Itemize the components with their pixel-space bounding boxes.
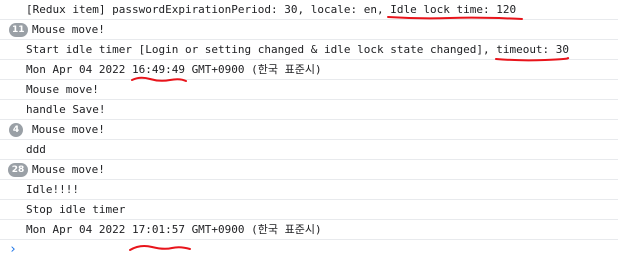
console-message[interactable]: Idle!!!!	[0, 180, 618, 200]
message-text: Mouse move!	[26, 83, 99, 96]
console-message[interactable]: Mon Apr 04 2022 17:01:57 GMT+0900 (한국 표준…	[0, 220, 618, 240]
console-message[interactable]: Start idle timer [Login or setting chang…	[0, 40, 618, 60]
message-text: ddd	[26, 143, 46, 156]
repeat-count-badge: 4	[9, 123, 23, 137]
console-message[interactable]: ddd	[0, 140, 618, 160]
message-text: Mouse move!	[32, 123, 105, 136]
console-prompt[interactable]: ›	[0, 240, 618, 260]
message-text: Mouse move!	[32, 23, 105, 36]
console-message[interactable]: 11 Mouse move!	[0, 20, 618, 40]
repeat-count-badge: 28	[8, 163, 28, 177]
message-text: handle Save!	[26, 103, 106, 116]
chevron-right-icon: ›	[9, 242, 17, 257]
message-text: Mouse move!	[32, 163, 105, 176]
console-panel: [Redux item] passwordExpirationPeriod: 3…	[0, 0, 618, 261]
message-text: Mon Apr 04 2022 16:49:49 GMT+0900 (한국 표준…	[26, 63, 322, 76]
console-message[interactable]: Mouse move!	[0, 80, 618, 100]
message-text: [Redux item] passwordExpirationPeriod: 3…	[26, 3, 517, 16]
message-text: Start idle timer [Login or setting chang…	[26, 43, 570, 56]
console-message[interactable]: 4 Mouse move!	[0, 120, 618, 140]
console-message[interactable]: Stop idle timer	[0, 200, 618, 220]
console-message[interactable]: 28 Mouse move!	[0, 160, 618, 180]
repeat-count-badge: 11	[9, 23, 28, 37]
message-text: Stop idle timer	[26, 203, 126, 216]
message-text: Mon Apr 04 2022 17:01:57 GMT+0900 (한국 표준…	[26, 223, 322, 236]
message-text: Idle!!!!	[26, 183, 79, 196]
console-message[interactable]: Mon Apr 04 2022 16:49:49 GMT+0900 (한국 표준…	[0, 60, 618, 80]
console-message[interactable]: handle Save!	[0, 100, 618, 120]
console-message[interactable]: [Redux item] passwordExpirationPeriod: 3…	[0, 0, 618, 20]
